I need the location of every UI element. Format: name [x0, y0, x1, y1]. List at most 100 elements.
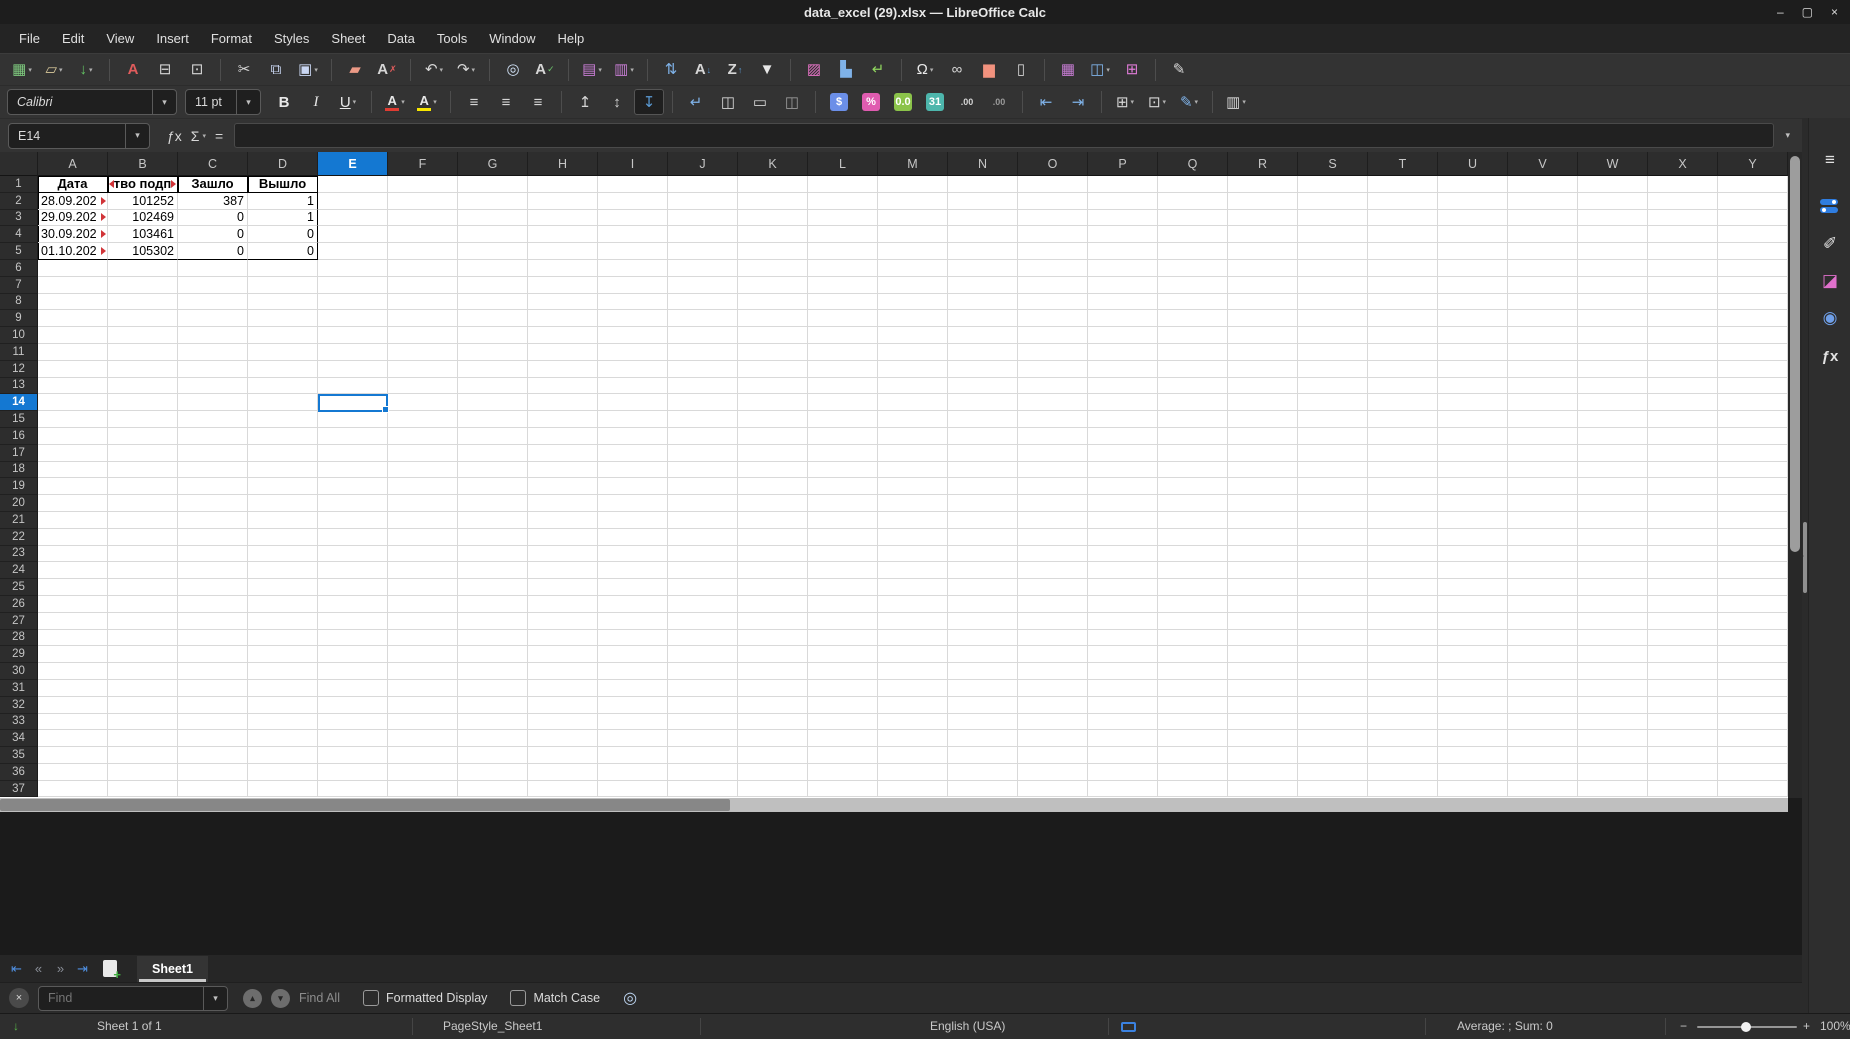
menu-styles[interactable]: Styles	[263, 26, 320, 51]
cell-H27[interactable]	[528, 612, 598, 630]
new-spreadsheet-icon[interactable]: ▦ ▾	[7, 57, 37, 83]
column-header-L[interactable]: L	[808, 152, 878, 176]
column-header-Y[interactable]: Y	[1718, 152, 1788, 176]
autofilter-icon[interactable]: ▼	[752, 57, 782, 83]
format-percent-icon[interactable]: %	[856, 89, 886, 115]
cell-M12[interactable]	[878, 360, 948, 378]
cell-N28[interactable]	[948, 629, 1018, 647]
cell-U6[interactable]	[1438, 259, 1508, 277]
cell-S36[interactable]	[1298, 763, 1368, 781]
cell-K6[interactable]	[738, 259, 808, 277]
cell-Y5[interactable]	[1718, 243, 1788, 260]
cell-M28[interactable]	[878, 629, 948, 647]
cell-Y30[interactable]	[1718, 663, 1788, 680]
cell-L24[interactable]	[808, 562, 878, 580]
row-header-37[interactable]: 37	[0, 780, 38, 798]
cell-W15[interactable]	[1578, 411, 1648, 428]
cell-Q16[interactable]	[1158, 427, 1228, 445]
cell-H26[interactable]	[528, 595, 598, 613]
cell-N10[interactable]	[948, 327, 1018, 344]
cell-N11[interactable]	[948, 343, 1018, 361]
cell-H21[interactable]	[528, 511, 598, 529]
menu-edit[interactable]: Edit	[51, 26, 95, 51]
cell-Y33[interactable]	[1718, 713, 1788, 731]
cell-T19[interactable]	[1368, 478, 1438, 496]
cell-R19[interactable]	[1228, 478, 1298, 496]
delete-decimal-place-icon[interactable]: .00	[984, 89, 1014, 115]
menu-format[interactable]: Format	[200, 26, 263, 51]
cell-J33[interactable]	[668, 713, 738, 731]
cell-G2[interactable]	[458, 192, 528, 210]
cell-U37[interactable]	[1438, 780, 1508, 798]
cell-W27[interactable]	[1578, 612, 1648, 630]
align-right-icon[interactable]: ≡	[523, 89, 553, 115]
font-size-combo-dropdown-icon[interactable]: ▾	[236, 90, 260, 114]
selection-mode-icon[interactable]	[1121, 1022, 1136, 1032]
cell-M10[interactable]	[878, 327, 948, 344]
cell-K23[interactable]	[738, 545, 808, 563]
cell-W23[interactable]	[1578, 545, 1648, 563]
cell-B6[interactable]	[108, 259, 178, 277]
cell-B1[interactable]: тво подп	[108, 176, 178, 193]
cell-V2[interactable]	[1508, 192, 1578, 210]
cell-T8[interactable]	[1368, 293, 1438, 311]
cell-J34[interactable]	[668, 730, 738, 748]
cell-X23[interactable]	[1648, 545, 1718, 563]
cell-N18[interactable]	[948, 461, 1018, 479]
sheet-tab-sheet1[interactable]: Sheet1	[137, 955, 208, 982]
cell-D19[interactable]	[248, 478, 318, 496]
cell-Y25[interactable]	[1718, 579, 1788, 596]
cell-A35[interactable]	[38, 747, 108, 764]
cell-X18[interactable]	[1648, 461, 1718, 479]
cell-L15[interactable]	[808, 411, 878, 428]
cell-Q32[interactable]	[1158, 696, 1228, 714]
cell-H30[interactable]	[528, 663, 598, 680]
cell-I4[interactable]	[598, 226, 668, 244]
cell-O6[interactable]	[1018, 259, 1088, 277]
cell-E17[interactable]	[318, 444, 388, 462]
cell-N31[interactable]	[948, 679, 1018, 697]
cell-F3[interactable]	[388, 209, 458, 227]
cell-S10[interactable]	[1298, 327, 1368, 344]
cell-F5[interactable]	[388, 243, 458, 260]
cell-Q22[interactable]	[1158, 528, 1228, 546]
cell-L31[interactable]	[808, 679, 878, 697]
cell-T10[interactable]	[1368, 327, 1438, 344]
cell-T5[interactable]	[1368, 243, 1438, 260]
cell-R9[interactable]	[1228, 310, 1298, 328]
cell-X33[interactable]	[1648, 713, 1718, 731]
column-header-D[interactable]: D	[248, 152, 318, 176]
cell-B29[interactable]	[108, 646, 178, 664]
cell-U9[interactable]	[1438, 310, 1508, 328]
cell-S12[interactable]	[1298, 360, 1368, 378]
row-header-32[interactable]: 32	[0, 696, 38, 714]
cell-E32[interactable]	[318, 696, 388, 714]
cell-B35[interactable]	[108, 747, 178, 764]
cell-L2[interactable]	[808, 192, 878, 210]
cell-T15[interactable]	[1368, 411, 1438, 428]
cell-K26[interactable]	[738, 595, 808, 613]
cell-I3[interactable]	[598, 209, 668, 227]
maximize-icon[interactable]: ▢	[1802, 5, 1813, 19]
cell-L7[interactable]	[808, 276, 878, 294]
font-color-icon[interactable]: A ▾	[380, 89, 410, 115]
cell-I29[interactable]	[598, 646, 668, 664]
cell-C6[interactable]	[178, 259, 248, 277]
cell-T11[interactable]	[1368, 343, 1438, 361]
find-replace-icon[interactable]: ◎	[498, 57, 528, 83]
cell-V27[interactable]	[1508, 612, 1578, 630]
cell-S15[interactable]	[1298, 411, 1368, 428]
cell-P34[interactable]	[1088, 730, 1158, 748]
cell-Q2[interactable]	[1158, 192, 1228, 210]
cell-T13[interactable]	[1368, 377, 1438, 395]
cell-L25[interactable]	[808, 579, 878, 596]
cell-M13[interactable]	[878, 377, 948, 395]
cell-U11[interactable]	[1438, 343, 1508, 361]
column-header-B[interactable]: B	[108, 152, 178, 176]
formula-input[interactable]	[234, 123, 1775, 148]
cell-K14[interactable]	[738, 394, 808, 412]
cell-D24[interactable]	[248, 562, 318, 580]
cell-N8[interactable]	[948, 293, 1018, 311]
cell-T2[interactable]	[1368, 192, 1438, 210]
cell-R28[interactable]	[1228, 629, 1298, 647]
